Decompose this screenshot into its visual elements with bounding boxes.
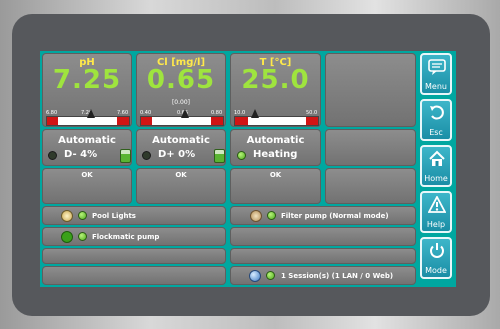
empty-panel bbox=[325, 53, 416, 127]
control-state: D+ 0% bbox=[158, 149, 196, 160]
status-text: OK bbox=[175, 171, 187, 179]
status-led-icon bbox=[48, 151, 57, 160]
undo-icon bbox=[430, 105, 444, 120]
relay-label: Flockmatic pump bbox=[92, 233, 160, 241]
relay-pool-lights[interactable]: Pool Lights bbox=[42, 206, 226, 225]
temp-status-panel[interactable]: OK bbox=[230, 168, 321, 204]
empty-row bbox=[42, 266, 226, 285]
status-text: OK bbox=[81, 171, 93, 179]
temp-control-panel[interactable]: Automatic Heating bbox=[230, 129, 321, 166]
sensor-ph-panel[interactable]: pH 7.25 6.80 7.20 7.60 bbox=[42, 53, 132, 127]
status-led-icon bbox=[237, 151, 246, 160]
cl-status-panel[interactable]: OK bbox=[136, 168, 226, 204]
sensor-subvalue: [0.00] bbox=[171, 99, 191, 106]
home-label: Home bbox=[424, 174, 448, 183]
empty-row bbox=[230, 248, 416, 264]
mode-button[interactable]: Mode bbox=[420, 237, 452, 279]
sensor-value: 7.25 bbox=[52, 65, 122, 95]
menu-button[interactable]: Menu bbox=[420, 53, 452, 95]
light-bulb-icon bbox=[61, 210, 73, 222]
empty-panel bbox=[325, 168, 416, 204]
menu-icon bbox=[428, 59, 446, 75]
session-panel[interactable]: 1 Session(s) (1 LAN / 0 Web) bbox=[230, 266, 416, 285]
empty-row bbox=[42, 248, 226, 264]
help-button[interactable]: Help bbox=[420, 191, 452, 233]
control-mode: Automatic bbox=[152, 135, 210, 146]
warning-icon bbox=[428, 196, 446, 213]
status-led-icon bbox=[78, 211, 87, 220]
home-icon bbox=[429, 150, 445, 166]
status-led-icon bbox=[267, 211, 276, 220]
ph-status-panel[interactable]: OK bbox=[42, 168, 132, 204]
menu-label: Menu bbox=[425, 82, 447, 91]
canister-icon bbox=[120, 149, 131, 163]
power-icon bbox=[430, 243, 444, 258]
help-label: Help bbox=[426, 220, 446, 229]
control-mode: Automatic bbox=[246, 135, 305, 146]
sensor-cl-panel[interactable]: Cl [mg/l] 0.65 [0.00] 0.40 0.65 0.80 bbox=[136, 53, 226, 127]
status-led-icon bbox=[142, 151, 151, 160]
control-state: Heating bbox=[253, 149, 298, 160]
relay-label: Pool Lights bbox=[92, 212, 136, 220]
relay-flockmatic[interactable]: Flockmatic pump bbox=[42, 227, 226, 246]
pump-icon bbox=[250, 210, 262, 222]
empty-panel bbox=[325, 129, 416, 166]
status-led-icon bbox=[266, 271, 275, 280]
esc-button[interactable]: Esc bbox=[420, 99, 452, 141]
control-state: D- 4% bbox=[64, 149, 98, 160]
session-label: 1 Session(s) (1 LAN / 0 Web) bbox=[281, 272, 394, 280]
relay-label: Filter pump (Normal mode) bbox=[281, 212, 389, 220]
cl-control-panel[interactable]: Automatic D+ 0% bbox=[136, 129, 226, 166]
ph-control-panel[interactable]: Automatic D- 4% bbox=[42, 129, 132, 166]
home-button[interactable]: Home bbox=[420, 145, 452, 187]
sensor-value: 25.0 bbox=[241, 65, 310, 95]
sensor-temp-panel[interactable]: T [°C] 25.0 10.0 50.0 bbox=[230, 53, 321, 127]
globe-icon bbox=[249, 270, 261, 282]
mode-label: Mode bbox=[425, 266, 447, 275]
value-pointer bbox=[181, 109, 189, 118]
range-bar bbox=[234, 116, 319, 126]
relay-filter-pump[interactable]: Filter pump (Normal mode) bbox=[230, 206, 416, 225]
empty-row bbox=[230, 227, 416, 246]
power-icon bbox=[61, 231, 73, 243]
value-pointer bbox=[251, 109, 259, 118]
status-text: OK bbox=[269, 171, 282, 179]
canister-icon bbox=[214, 149, 225, 163]
control-mode: Automatic bbox=[58, 135, 116, 146]
value-pointer bbox=[87, 109, 95, 118]
sensor-value: 0.65 bbox=[146, 65, 216, 95]
esc-label: Esc bbox=[429, 128, 443, 137]
status-led-icon bbox=[78, 232, 87, 241]
